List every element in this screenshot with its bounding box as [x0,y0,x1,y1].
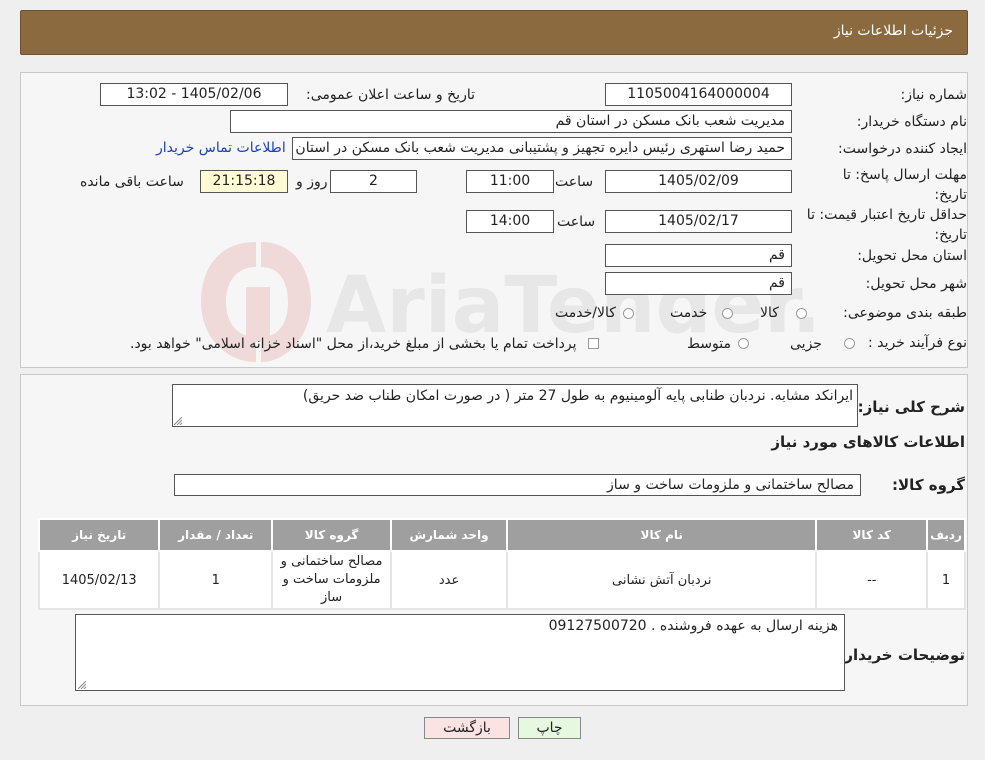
table-row: 1 -- نردبان آتش نشانی عدد مصالح ساختمانی… [37,550,966,610]
price-validity-label: حداقل تاریخ اعتبار قیمت: تا تاریخ: [806,207,967,243]
page-title: جزئیات اطلاعات نیاز [833,23,953,39]
deadline-time-field: 11:00 [466,170,554,193]
requester-field: حمید رضا استهری رئیس دایره تجهیز و پشتیب… [292,137,792,160]
cell-unit: عدد [390,550,508,610]
category-goods-service-radio[interactable] [623,308,634,319]
category-label: طبقه بندی موضوعی: [843,305,967,321]
col-header-goods-code: کد کالا [815,518,929,552]
process-minor-label: جزیی [790,336,822,352]
resize-grip-icon[interactable] [78,681,86,689]
category-goods-label: کالا [760,305,779,321]
days-label: روز و [296,174,328,190]
cell-goods-name: نردبان آتش نشانی [505,550,818,610]
price-validity-time-field: 14:00 [466,210,554,233]
buyer-org-field: مدیریت شعب بانک مسکن در استان قم [230,110,792,133]
deadline-date-field: 1405/02/09 [605,170,792,193]
col-header-quantity: تعداد / مقدار [158,518,274,552]
need-number-label: شماره نیاز: [900,87,968,103]
category-service-label: خدمت [670,305,708,321]
process-medium-radio[interactable] [738,338,749,349]
cell-goods-code: -- [815,550,929,610]
requester-label: ایجاد کننده درخواست: [838,141,967,157]
goods-group-label: گروه کالا: [892,476,965,494]
goods-group-field: مصالح ساختمانی و ملزومات ساخت و ساز [174,474,861,496]
remaining-time-label: ساعت باقی مانده [80,174,184,190]
goods-table: ردیف کد کالا نام کالا واحد شمارش گروه کا… [37,518,966,610]
buyer-contact-link[interactable]: اطلاعات تماس خریدار [156,140,286,156]
payment-checkbox[interactable] [588,338,599,349]
col-header-unit: واحد شمارش [390,518,508,552]
cell-row-number: 1 [926,550,966,610]
buyer-org-label: نام دستگاه خریدار: [856,114,967,130]
province-field: قم [605,244,792,267]
print-button[interactable]: چاپ [518,717,581,739]
cell-goods-group: مصالح ساختمانی و ملزومات ساخت و ساز [271,550,393,610]
price-validity-date-field: 1405/02/17 [605,210,792,233]
need-description-text: ایرانکد مشابه. نردبان طنابی پایه آلومینی… [302,388,853,404]
category-goods-service-label: کالا/خدمت [555,305,616,321]
resize-grip-icon[interactable] [174,417,182,425]
col-header-row-number: ردیف [926,518,966,552]
city-field: قم [605,272,792,295]
price-validity-time-label: ساعت [557,214,596,230]
process-type-label: نوع فرآیند خرید : [868,335,967,351]
category-goods-radio[interactable] [796,308,807,319]
process-medium-label: متوسط [687,336,731,352]
process-minor-radio[interactable] [844,338,855,349]
need-number-field: 1105004164000004 [605,83,792,106]
table-header-row: ردیف کد کالا نام کالا واحد شمارش گروه کا… [37,518,966,552]
cell-need-date: 1405/02/13 [37,550,161,610]
deadline-time-label: ساعت [555,174,594,190]
deadline-label: مهلت ارسال پاسخ: تا تاریخ: [842,167,967,203]
province-label: استان محل تحویل: [857,248,967,264]
goods-info-title: اطلاعات کالاهای مورد نیاز [771,433,965,451]
announce-label: تاریخ و ساعت اعلان عمومی: [306,87,475,103]
city-label: شهر محل تحویل: [865,276,967,292]
back-button[interactable]: بازگشت [424,717,510,739]
buyer-notes-text: هزینه ارسال به عهده فروشنده . 0912750072… [548,618,838,634]
col-header-goods-name: نام کالا [505,518,818,552]
days-field: 2 [330,170,417,193]
col-header-goods-group: گروه کالا [271,518,393,552]
category-service-radio[interactable] [722,308,733,319]
announce-field: 1405/02/06 - 13:02 [100,83,288,106]
remaining-time-field: 21:15:18 [200,170,288,193]
cell-quantity: 1 [158,550,274,610]
col-header-need-date: تاریخ نیاز [37,518,161,552]
payment-note: پرداخت تمام یا بخشی از مبلغ خرید،از محل … [130,336,577,352]
buyer-notes-label: توضیحات خریدار: [838,646,965,664]
need-description-label: شرح کلی نیاز: [857,398,965,416]
page-header: جزئیات اطلاعات نیاز [20,10,968,55]
need-description-field: ایرانکد مشابه. نردبان طنابی پایه آلومینی… [172,384,858,427]
buyer-notes-field: هزینه ارسال به عهده فروشنده . 0912750072… [75,614,845,691]
